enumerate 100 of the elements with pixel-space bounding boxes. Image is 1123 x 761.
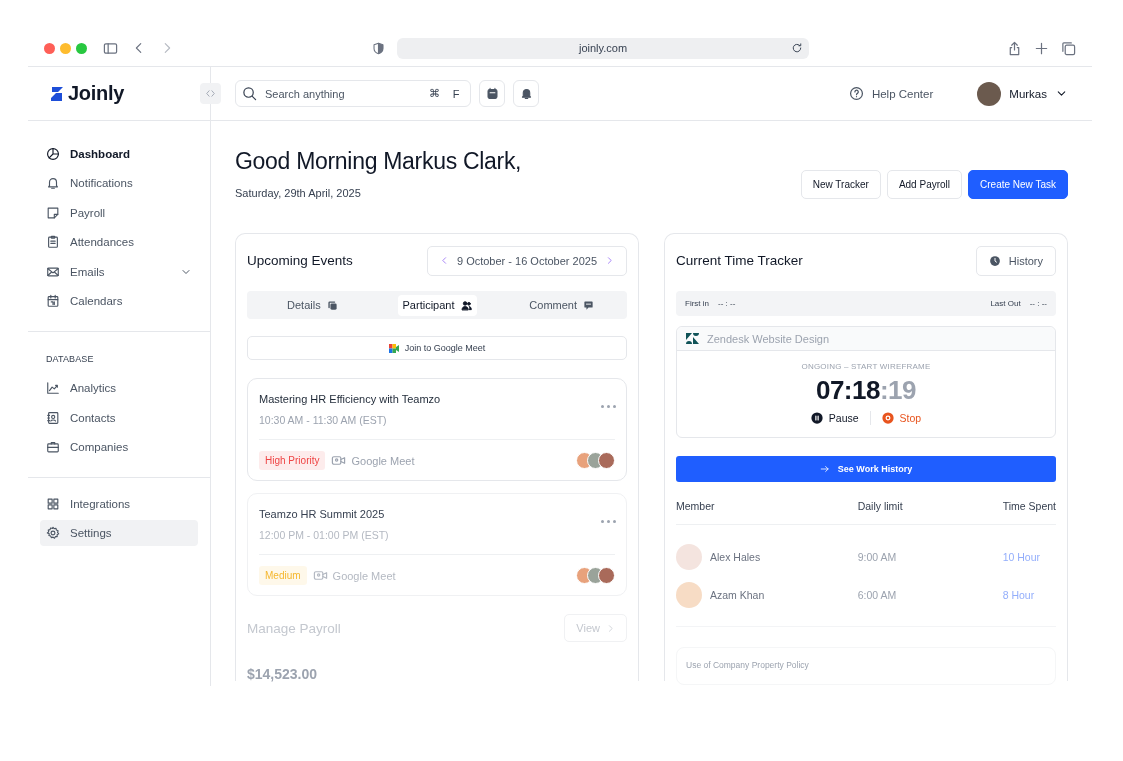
avatar	[676, 582, 702, 608]
close-window-icon[interactable]	[44, 42, 55, 54]
tab[interactable]: Comment	[524, 294, 599, 316]
notifications-button[interactable]	[513, 80, 539, 107]
event-card[interactable]: Teamzo HR Summit 2025 12:00 PM - 01:00 PM (EST) Medium Google Meet	[247, 493, 627, 596]
bell-icon	[46, 176, 60, 190]
sidebar-toggle-icon[interactable]	[103, 40, 118, 56]
video-call-icon	[388, 343, 399, 353]
sidebar-item[interactable]: Contacts	[40, 404, 198, 431]
join-meeting-button[interactable]: Join to Google Meet	[247, 336, 627, 360]
chevron-left-icon[interactable]	[439, 256, 449, 265]
tabs-overview-icon[interactable]	[1061, 40, 1076, 56]
avatar	[676, 544, 702, 570]
address-bar[interactable]: joinly.com	[397, 37, 809, 59]
sidebar-item[interactable]: Notifications	[40, 170, 198, 196]
participant-avatars	[576, 452, 615, 469]
video-camera-icon	[331, 453, 347, 468]
envelope-icon	[46, 264, 60, 279]
sidebar-item[interactable]: Payroll	[40, 199, 198, 226]
collapse-sidebar-button[interactable]	[200, 83, 221, 104]
sidebar-item[interactable]: Companies	[40, 434, 198, 460]
brand-name: Joinly	[68, 82, 124, 105]
history-button[interactable]: History	[975, 245, 1056, 276]
event-time: 10:30 AM - 11:30 AM (EST)	[259, 414, 615, 440]
project-name: Zendesk Website Design	[707, 332, 830, 345]
priority-tag: Medium	[259, 566, 307, 585]
event-time: 12:00 PM - 01:00 PM (EST)	[259, 529, 615, 555]
search-input[interactable]: Search anything	[263, 86, 420, 101]
copy-icon	[326, 299, 338, 311]
grid-icon	[46, 496, 60, 511]
event-card[interactable]: Mastering HR Efficiency with Teamzo 10:30 AM - 11:30 AM (EST) High Priority Google Meet	[247, 378, 627, 481]
greeting-title: Good Morning Markus Clark,	[235, 148, 522, 175]
people-icon	[460, 299, 472, 311]
code-brackets-icon	[205, 88, 216, 99]
platform-name: Google Meet	[351, 454, 415, 467]
stop-button[interactable]: Stop	[870, 412, 933, 424]
member-name: Alex Hales	[710, 551, 761, 563]
chevron-right-icon[interactable]	[605, 256, 614, 265]
pause-icon	[810, 412, 823, 424]
avatar	[977, 81, 1002, 106]
clock-icon	[988, 254, 1001, 267]
sidebar-item[interactable]: Calendars	[40, 288, 198, 314]
table-cell-text: 6:00 AM	[857, 588, 898, 603]
stop-icon	[881, 412, 894, 424]
payroll-amount: $14,523.00	[247, 666, 319, 682]
sidebar-item[interactable]: Attendances	[40, 229, 198, 255]
first-in-label: First in -- : --	[685, 299, 736, 308]
tab[interactable]: Participant	[397, 294, 477, 316]
pause-button[interactable]: Pause	[799, 412, 870, 424]
event-title: Mastering HR Efficiency with Teamzo	[259, 393, 442, 405]
calendar-icon	[46, 294, 60, 308]
sidebar-item[interactable]: Integrations	[40, 490, 198, 517]
minimize-window-icon[interactable]	[60, 42, 71, 54]
action-button[interactable]: Add Payroll	[886, 170, 963, 199]
member-name: Azam Khan	[710, 589, 765, 601]
clipboard-icon	[46, 235, 60, 249]
task-status: ONGOING – START WIREFRAME	[801, 362, 931, 371]
section-title: Manage Payroll	[247, 620, 341, 636]
timer-display: 07:18:19	[815, 375, 917, 406]
date-text: Saturday, 29th April, 2025	[235, 187, 362, 199]
last-out-label: Last Out -- : --	[990, 299, 1047, 308]
sidebar-item[interactable]: Emails	[40, 258, 198, 285]
project-logo-icon	[686, 333, 699, 344]
column-header: Time Spent	[1002, 500, 1056, 525]
video-camera-icon	[312, 568, 328, 583]
bell-icon	[519, 87, 533, 100]
sidebar-item[interactable]: Settings	[40, 520, 198, 546]
see-work-history-button[interactable]: See Work History	[676, 456, 1056, 482]
table-cell-text: 10 Hour	[1002, 550, 1042, 565]
column-header: Daily limit	[857, 500, 1003, 525]
calendar-button[interactable]	[479, 80, 505, 107]
shield-icon	[372, 41, 385, 55]
search-bar[interactable]: Search anything ⌘ F	[235, 80, 471, 107]
pie-chart-icon	[46, 146, 60, 161]
reload-icon[interactable]	[791, 41, 803, 54]
new-tab-icon[interactable]	[1034, 40, 1049, 56]
contact-book-icon	[46, 410, 60, 425]
shortcut-key: F	[448, 84, 464, 103]
maximize-window-icon[interactable]	[76, 42, 87, 54]
share-icon[interactable]	[1007, 40, 1022, 56]
primary-button[interactable]: Create New Task	[968, 170, 1068, 199]
tab[interactable]: Details	[282, 294, 343, 316]
section-heading: DATABASE	[45, 352, 95, 366]
card-title: Current Time Tracker	[676, 253, 803, 268]
sidebar-item[interactable]: Analytics	[40, 375, 198, 401]
sidebar-item[interactable]: Dashboard	[40, 140, 198, 167]
table-cell-text: 8 Hour	[1002, 588, 1036, 603]
chevron-right-icon	[606, 623, 615, 633]
platform-name: Google Meet	[332, 569, 396, 582]
column-header: Member	[676, 500, 858, 525]
logo-icon	[50, 85, 64, 102]
note-icon	[46, 205, 60, 220]
action-button[interactable]: New Tracker	[800, 170, 881, 199]
card-title: Upcoming Events	[247, 253, 353, 268]
user-menu[interactable]: Murkas	[977, 81, 1068, 106]
policy-title: Use of Company Property Policy	[686, 660, 809, 670]
date-range-picker[interactable]: 9 October - 16 October 2025	[426, 245, 627, 276]
priority-tag: High Priority	[259, 451, 326, 470]
help-center-link[interactable]: Help Center	[842, 85, 940, 102]
date-range-text: 9 October - 16 October 2025	[456, 254, 597, 267]
